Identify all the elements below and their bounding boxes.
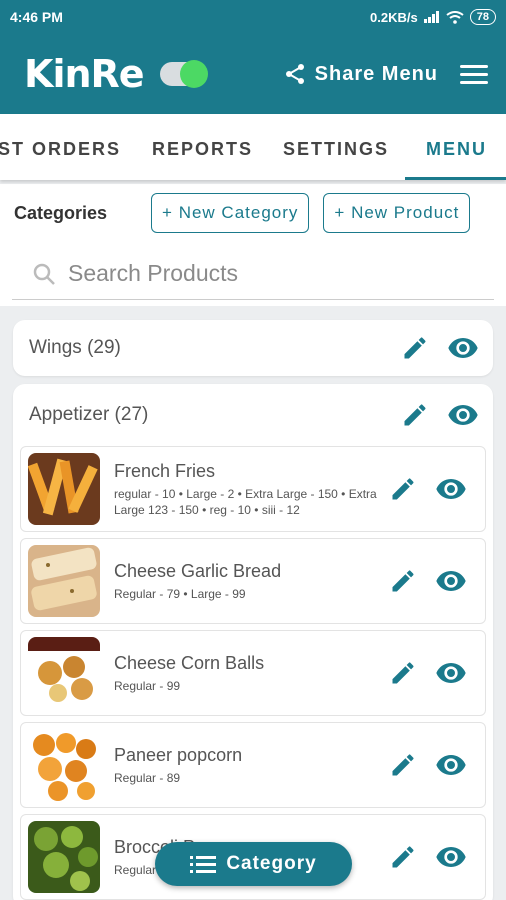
search-input[interactable]: Search Products xyxy=(12,248,494,300)
categories-label: Categories xyxy=(14,202,108,223)
category-header: Appetizer (27) xyxy=(13,384,493,446)
list-icon xyxy=(190,856,217,873)
active-tab-indicator xyxy=(405,177,506,180)
category-title: Appetizer (27) xyxy=(29,404,149,425)
eye-icon[interactable] xyxy=(447,332,479,364)
pencil-icon[interactable] xyxy=(401,334,429,362)
product-name: French Fries xyxy=(114,460,216,481)
product-name: Paneer popcorn xyxy=(114,744,243,765)
product-image xyxy=(28,545,100,617)
product-row[interactable]: French Fries regular - 10 • Large - 2 • … xyxy=(20,446,486,532)
wifi-icon xyxy=(446,10,464,24)
category-list: Wings (29) Appetizer (27) French Fries r… xyxy=(0,306,506,900)
eye-icon[interactable] xyxy=(435,473,467,505)
battery-indicator: 78 xyxy=(469,9,496,25)
app-bar: KinRe Share Menu xyxy=(0,34,506,114)
search-bar: Search Products xyxy=(0,242,506,306)
product-image xyxy=(28,821,100,893)
eye-icon[interactable] xyxy=(435,657,467,689)
product-variants: Regular - 79 • Large - 99 xyxy=(114,586,246,601)
hamburger-icon[interactable] xyxy=(460,60,488,89)
share-icon xyxy=(285,64,304,84)
search-icon xyxy=(33,263,55,285)
category-card: Wings (29) xyxy=(13,320,493,376)
pencil-icon[interactable] xyxy=(389,475,417,503)
eye-icon[interactable] xyxy=(447,399,479,431)
product-variants: regular - 10 • Large - 2 • Extra Large -… xyxy=(114,486,377,517)
pencil-icon[interactable] xyxy=(389,567,417,595)
product-variants: Regular - 99 xyxy=(114,678,181,693)
new-category-button[interactable]: + New Category xyxy=(151,193,310,233)
pencil-icon[interactable] xyxy=(389,659,417,687)
tab-settings[interactable]: SETTINGS xyxy=(283,139,389,160)
network-speed: 0.2KB/s xyxy=(370,9,418,25)
category-fab-label: Category xyxy=(226,853,317,874)
pencil-icon[interactable] xyxy=(389,843,417,871)
product-row[interactable]: Cheese Corn Balls Regular - 99 xyxy=(20,630,486,716)
product-image xyxy=(28,729,100,801)
app-logo: KinRe xyxy=(24,52,145,96)
product-row[interactable]: Cheese Garlic Bread Regular - 79 • Large… xyxy=(20,538,486,624)
product-image xyxy=(28,637,100,709)
eye-icon[interactable] xyxy=(435,749,467,781)
share-menu-button[interactable]: Share Menu xyxy=(283,62,438,86)
category-card: Appetizer (27) French Fries regular - 10… xyxy=(13,384,493,900)
pencil-icon[interactable] xyxy=(389,751,417,779)
eye-icon[interactable] xyxy=(435,841,467,873)
tab-menu[interactable]: MENU xyxy=(426,139,487,160)
category-header: Wings (29) xyxy=(13,320,493,376)
status-indicators: 0.2KB/s 78 xyxy=(370,9,496,25)
category-title: Wings (29) xyxy=(29,337,121,358)
categories-toolbar: Categories + New Category + New Product xyxy=(0,184,506,242)
tab-bar: ST ORDERS REPORTS SETTINGS MENU xyxy=(0,114,506,180)
category-fab-button[interactable]: Category xyxy=(155,842,352,886)
signal-icon xyxy=(423,11,439,23)
tab-reports[interactable]: REPORTS xyxy=(152,139,253,160)
share-menu-label: Share Menu xyxy=(314,62,438,85)
toggle-knob xyxy=(179,60,208,88)
store-status-toggle[interactable] xyxy=(159,60,208,88)
new-product-button[interactable]: + New Product xyxy=(323,193,471,233)
product-variants: Regular - 89 xyxy=(114,770,181,785)
status-bar: 4:46 PM 0.2KB/s 78 xyxy=(0,0,506,34)
tab-orders[interactable]: ST ORDERS xyxy=(0,139,121,160)
product-name: Cheese Garlic Bread xyxy=(114,560,282,581)
eye-icon[interactable] xyxy=(435,565,467,597)
pencil-icon[interactable] xyxy=(401,401,429,429)
product-image xyxy=(28,453,100,525)
product-row[interactable]: Paneer popcorn Regular - 89 xyxy=(20,722,486,808)
product-name: Cheese Corn Balls xyxy=(114,652,265,673)
search-placeholder: Search Products xyxy=(68,260,239,286)
status-time: 4:46 PM xyxy=(10,9,63,25)
